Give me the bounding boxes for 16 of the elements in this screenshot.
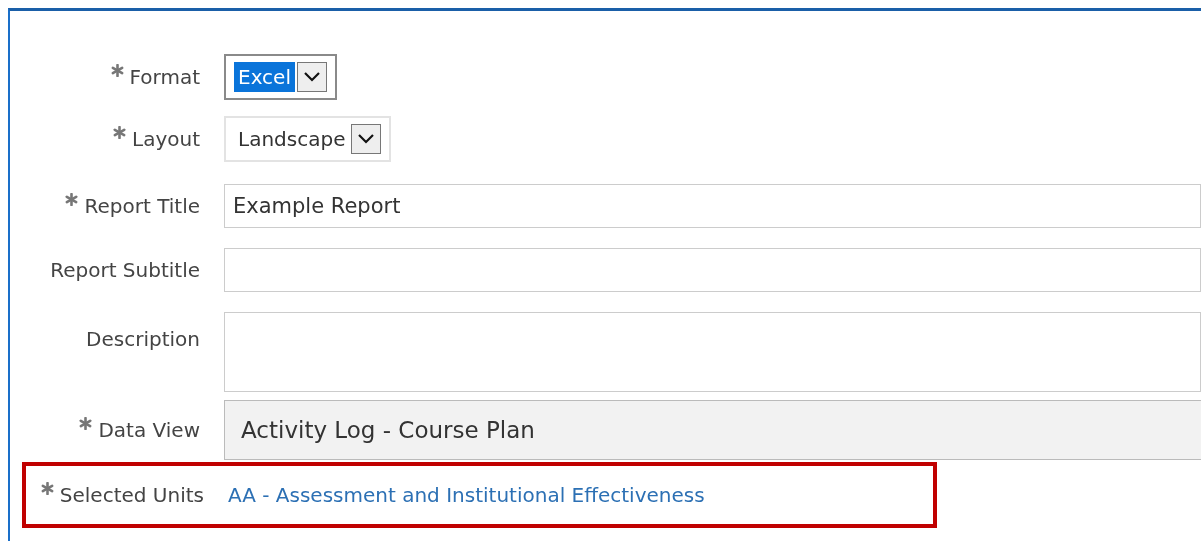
- text-area[interactable]: [224, 312, 1201, 392]
- field-label: Selected Units: [59, 482, 204, 509]
- dropdown[interactable]: Landscape: [224, 116, 392, 162]
- field-label: Layout: [132, 126, 200, 153]
- unit-link[interactable]: AA - Assessment and Institutional Effectiveness: [228, 480, 705, 510]
- chevron-down-icon: [303, 71, 321, 83]
- dropdown[interactable]: Excel: [224, 54, 337, 100]
- field-label: Data View: [98, 417, 200, 444]
- readonly-field[interactable]: Activity Log - Course Plan: [224, 400, 1201, 460]
- text-field[interactable]: Example Report: [224, 184, 1201, 228]
- field-label: Format: [129, 64, 200, 91]
- chevron-down-icon: [357, 133, 376, 145]
- field-label: Description: [86, 326, 200, 353]
- text-field[interactable]: [224, 248, 1201, 292]
- field-label: Report Subtitle: [50, 257, 200, 284]
- field-label: Report Title: [84, 193, 200, 220]
